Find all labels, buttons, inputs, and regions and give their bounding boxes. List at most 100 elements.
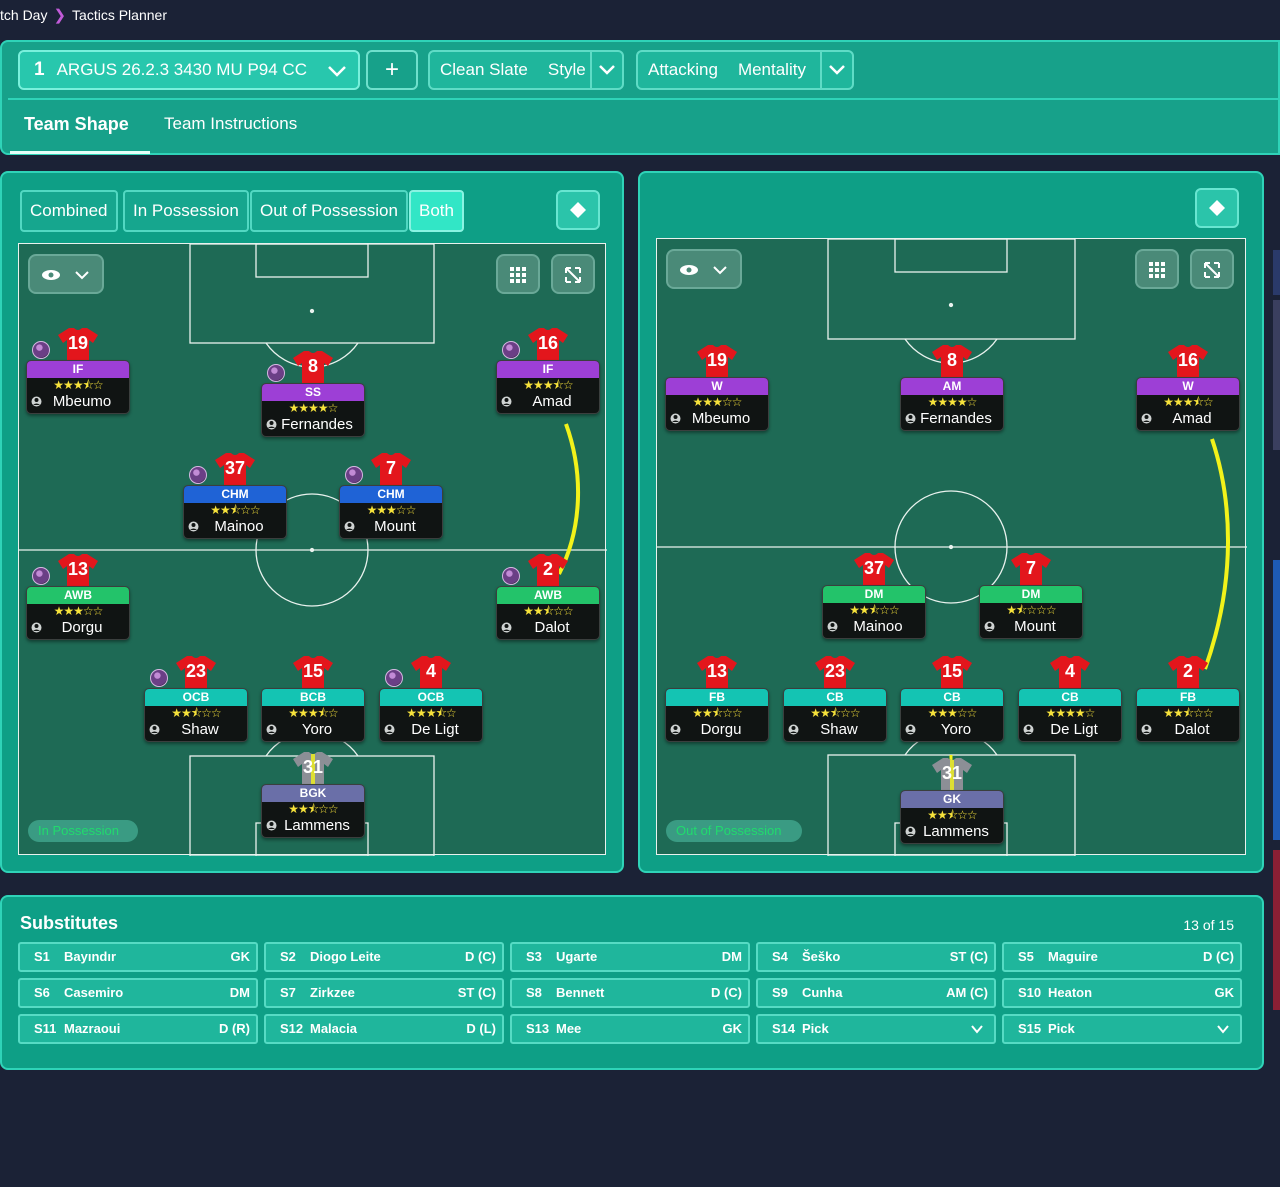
player-name-row: Mainoo [184,518,286,538]
player-name: Dorgu [700,721,742,738]
substitute-slot[interactable]: S4 Šeško ST (C) [756,942,996,972]
substitute-slot[interactable]: S13 Mee GK [510,1014,750,1044]
left-player-token[interactable]: 19 IF ★★★⯪☆ Mbeumo [26,326,130,414]
left-player-token[interactable]: 31 BGK ★★⯪☆☆ Lammens [261,750,365,838]
right-player-token[interactable]: 37 DM ★★⯪☆☆ Mainoo [822,551,926,639]
player-role: CB [784,689,886,706]
substitute-slot-label: S8 [526,985,542,1000]
chevron-down-icon[interactable] [1216,1022,1230,1036]
player-card: CB ★★★★☆ De Ligt [1018,688,1122,742]
player-rating-stars: ★★⯪☆☆ [927,808,977,822]
player-rating-stars: ★★★☆☆ [366,503,417,517]
shirt-icon: 15 [931,654,973,690]
substitute-slot[interactable]: S3 Ugarte DM [510,942,750,972]
left-grid-button[interactable] [496,254,540,294]
player-rating-stars: ★★★⯪☆ [288,706,338,720]
right-player-token[interactable]: 31 GK ★★⯪☆☆ Lammens [900,756,1004,844]
left-player-token[interactable]: 4 OCB ★★★⯪☆ De Ligt [379,654,483,742]
chevron-down-icon [328,66,346,77]
right-player-token[interactable]: 13 FB ★★⯪☆☆ Dorgu [665,654,769,742]
substitute-slot[interactable]: S12 Malacia D (L) [264,1014,504,1044]
person-icon [384,724,395,735]
player-name-row: Fernandes [901,410,1003,430]
tab-team-instructions[interactable]: Team Instructions [164,114,297,134]
left-player-token[interactable]: 37 CHM ★★⯪☆☆ Mainoo [183,451,287,539]
left-player-token[interactable]: 15 BCB ★★★⯪☆ Yoro [261,654,365,742]
player-name-row: Mount [340,518,442,538]
substitute-position: AM (C) [946,985,988,1000]
style-chevron[interactable] [590,52,622,88]
shirt-icon: 2 [527,552,569,588]
substitute-name: Cunha [802,985,843,1000]
left-player-token[interactable]: 2 AWB ★★⯪☆☆ Dalot [496,552,600,640]
substitute-slot[interactable]: S6 Casemiro DM [18,978,258,1008]
substitute-slot[interactable]: S8 Bennett D (C) [510,978,750,1008]
shirt-number: 19 [706,350,728,370]
person-icon [905,724,916,735]
shirt-icon: 7 [370,451,412,487]
left-player-token[interactable]: 8 SS ★★★★☆ Fernandes [261,349,365,437]
person-icon [905,413,916,424]
shirt-number: 4 [425,661,436,681]
right-expand-button[interactable] [1190,249,1234,289]
right-player-token[interactable]: 2 FB ★★⯪☆☆ Dalot [1136,654,1240,742]
substitute-slot[interactable]: S5 Maguire D (C) [1002,942,1242,972]
left-player-token[interactable]: 16 IF ★★★⯪☆ Amad [496,326,600,414]
mentality-chevron[interactable] [820,52,852,88]
phase-button-both[interactable]: Both [409,190,464,232]
player-card: OCB ★★⯪☆☆ Shaw [144,688,248,742]
substitute-name: Šeško [802,949,841,964]
tactic-selector[interactable]: 1 ARGUS 26.2.3 3430 MU P94 CC [18,50,360,90]
right-player-token[interactable]: 16 W ★★★⯪☆ Amad [1136,343,1240,431]
player-role: OCB [145,689,247,706]
substitute-slot[interactable]: S15 Pick [1002,1014,1242,1044]
substitute-slot[interactable]: S2 Diogo Leite D (C) [264,942,504,972]
chevron-down-icon[interactable] [970,1022,984,1036]
left-expand-button[interactable] [551,254,595,294]
right-player-token[interactable]: 7 DM ★⯪☆☆☆ Mount [979,551,1083,639]
left-view-toggle-button[interactable] [556,190,600,230]
person-icon [501,622,512,633]
player-card: BCB ★★★⯪☆ Yoro [261,688,365,742]
player-name: Shaw [820,721,858,738]
add-tactic-button[interactable]: + [366,50,418,90]
tab-team-shape[interactable]: Team Shape [24,114,129,135]
breadcrumb-parent[interactable]: tch Day [0,7,47,23]
right-visibility-dropdown[interactable] [666,249,742,289]
mentality-dropdown[interactable]: Attacking Mentality [636,50,854,90]
player-role: CB [901,689,1003,706]
substitute-position: DM [721,949,742,964]
shirt-number: 2 [542,559,553,579]
phase-button-out-of-possession[interactable]: Out of Possession [250,190,408,232]
style-dropdown[interactable]: Clean Slate Style [428,50,624,90]
person-icon [1023,724,1034,735]
right-view-toggle-button[interactable] [1195,188,1239,228]
shirt-icon: 19 [57,326,99,362]
left-player-token[interactable]: 13 AWB ★★★☆☆ Dorgu [26,552,130,640]
right-grid-button[interactable] [1135,249,1179,289]
shirt-number: 13 [706,661,728,681]
phase-button-in-possession[interactable]: In Possession [123,190,249,232]
substitute-slot[interactable]: S7 Zirkzee ST (C) [264,978,504,1008]
left-player-token[interactable]: 7 CHM ★★★☆☆ Mount [339,451,443,539]
substitute-slot[interactable]: S1 Bayındır GK [18,942,258,972]
left-visibility-dropdown[interactable] [28,254,104,294]
player-name: Amad [532,393,572,410]
right-player-token[interactable]: 23 CB ★★⯪☆☆ Shaw [783,654,887,742]
left-player-token[interactable]: 23 OCB ★★⯪☆☆ Shaw [144,654,248,742]
right-player-token[interactable]: 19 W ★★★☆☆ Mbeumo [665,343,769,431]
player-name-row: Lammens [262,817,364,837]
right-player-token[interactable]: 15 CB ★★★☆☆ Yoro [900,654,1004,742]
person-icon [188,521,199,532]
phase-button-combined[interactable]: Combined [20,190,118,232]
right-player-token[interactable]: 8 AM ★★★★☆ Fernandes [900,343,1004,431]
player-rating-stars: ★★⯪☆☆ [171,706,221,720]
substitute-slot[interactable]: S11 Mazraoui D (R) [18,1014,258,1044]
edge-strip [1273,560,1280,840]
substitute-slot[interactable]: S9 Cunha AM (C) [756,978,996,1008]
right-player-token[interactable]: 4 CB ★★★★☆ De Ligt [1018,654,1122,742]
substitute-slot[interactable]: S14 Pick [756,1014,996,1044]
substitute-slot[interactable]: S10 Heaton GK [1002,978,1242,1008]
shirt-icon: 8 [292,349,334,385]
substitute-name: Malacia [310,1021,357,1036]
